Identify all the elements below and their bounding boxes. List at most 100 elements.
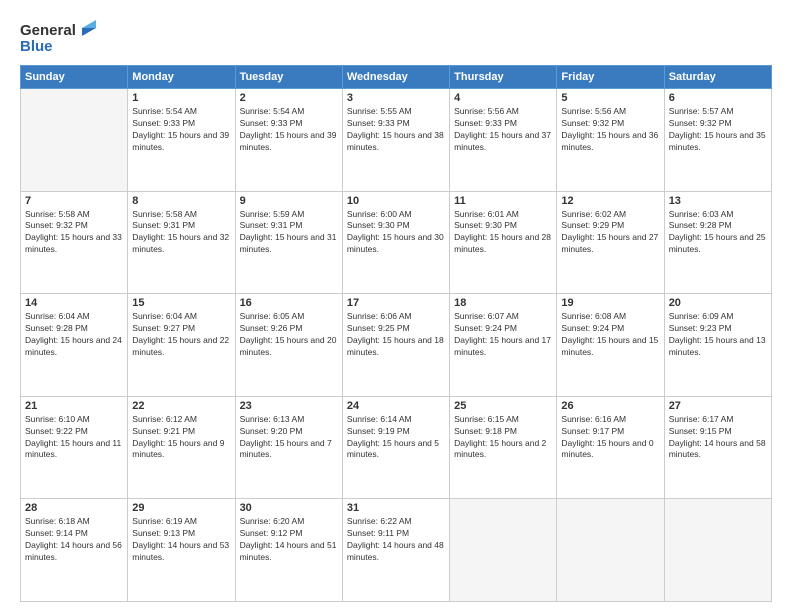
calendar-row-4: 21 Sunrise: 6:10 AMSunset: 9:22 PMDayligh…	[21, 396, 772, 499]
weekday-wednesday: Wednesday	[342, 66, 449, 89]
cell-info: Sunrise: 6:18 AMSunset: 9:14 PMDaylight:…	[25, 516, 123, 564]
cell-info: Sunrise: 6:22 AMSunset: 9:11 PMDaylight:…	[347, 516, 445, 564]
cell-info: Sunrise: 5:57 AMSunset: 9:32 PMDaylight:…	[669, 106, 767, 154]
header: General Blue	[20, 18, 772, 55]
calendar-cell: 24 Sunrise: 6:14 AMSunset: 9:19 PMDayligh…	[342, 396, 449, 499]
day-number: 16	[240, 297, 338, 309]
cell-info: Sunrise: 5:56 AMSunset: 9:32 PMDaylight:…	[561, 106, 659, 154]
page: General Blue SundayMondayTuesdayWednesda…	[0, 0, 792, 612]
calendar-cell: 20Sunrise: 6:09 AMSunset: 9:23 PMDayligh…	[664, 294, 771, 397]
calendar-cell: 15 Sunrise: 6:04 AMSunset: 9:27 PMDayligh…	[128, 294, 235, 397]
day-number: 3	[347, 92, 445, 104]
day-number: 21	[25, 400, 123, 412]
cell-info: Sunrise: 6:07 AMSunset: 9:24 PMDaylight:…	[454, 311, 552, 359]
calendar-cell: 3 Sunrise: 5:55 AMSunset: 9:33 PMDaylight…	[342, 89, 449, 192]
day-number: 1	[132, 92, 230, 104]
weekday-saturday: Saturday	[664, 66, 771, 89]
calendar-cell: 10 Sunrise: 6:00 AMSunset: 9:30 PMDayligh…	[342, 191, 449, 294]
calendar-cell: 14 Sunrise: 6:04 AMSunset: 9:28 PMDayligh…	[21, 294, 128, 397]
cell-info: Sunrise: 5:54 AMSunset: 9:33 PMDaylight:…	[132, 106, 230, 154]
calendar-row-2: 7 Sunrise: 5:58 AMSunset: 9:32 PMDaylight…	[21, 191, 772, 294]
calendar-cell: 4Sunrise: 5:56 AMSunset: 9:33 PMDaylight…	[450, 89, 557, 192]
cell-info: Sunrise: 5:58 AMSunset: 9:31 PMDaylight:…	[132, 209, 230, 257]
weekday-sunday: Sunday	[21, 66, 128, 89]
cell-info: Sunrise: 6:15 AMSunset: 9:18 PMDaylight:…	[454, 414, 552, 462]
calendar-row-3: 14 Sunrise: 6:04 AMSunset: 9:28 PMDayligh…	[21, 294, 772, 397]
calendar-cell: 1 Sunrise: 5:54 AMSunset: 9:33 PMDaylight…	[128, 89, 235, 192]
calendar-cell: 13 Sunrise: 6:03 AMSunset: 9:28 PMDayligh…	[664, 191, 771, 294]
day-number: 8	[132, 195, 230, 207]
calendar-row-1: 1 Sunrise: 5:54 AMSunset: 9:33 PMDaylight…	[21, 89, 772, 192]
logo-icon	[78, 18, 100, 40]
day-number: 24	[347, 400, 445, 412]
cell-info: Sunrise: 6:04 AMSunset: 9:28 PMDaylight:…	[25, 311, 123, 359]
day-number: 9	[240, 195, 338, 207]
logo: General Blue	[20, 18, 100, 55]
cell-info: Sunrise: 6:20 AMSunset: 9:12 PMDaylight:…	[240, 516, 338, 564]
day-number: 7	[25, 195, 123, 207]
day-number: 19	[561, 297, 659, 309]
calendar-row-5: 28 Sunrise: 6:18 AMSunset: 9:14 PMDayligh…	[21, 499, 772, 602]
calendar-cell: 27Sunrise: 6:17 AMSunset: 9:15 PMDayligh…	[664, 396, 771, 499]
calendar-cell: 29 Sunrise: 6:19 AMSunset: 9:13 PMDayligh…	[128, 499, 235, 602]
calendar-cell: 31 Sunrise: 6:22 AMSunset: 9:11 PMDayligh…	[342, 499, 449, 602]
calendar-cell: 19 Sunrise: 6:08 AMSunset: 9:24 PMDayligh…	[557, 294, 664, 397]
weekday-tuesday: Tuesday	[235, 66, 342, 89]
day-number: 13	[669, 195, 767, 207]
day-number: 26	[561, 400, 659, 412]
day-number: 15	[132, 297, 230, 309]
day-number: 17	[347, 297, 445, 309]
day-number: 29	[132, 502, 230, 514]
calendar-cell: 9Sunrise: 5:59 AMSunset: 9:31 PMDaylight…	[235, 191, 342, 294]
calendar-cell: 2Sunrise: 5:54 AMSunset: 9:33 PMDaylight…	[235, 89, 342, 192]
day-number: 31	[347, 502, 445, 514]
cell-info: Sunrise: 6:04 AMSunset: 9:27 PMDaylight:…	[132, 311, 230, 359]
cell-info: Sunrise: 6:10 AMSunset: 9:22 PMDaylight:…	[25, 414, 123, 462]
calendar-cell: 28 Sunrise: 6:18 AMSunset: 9:14 PMDayligh…	[21, 499, 128, 602]
calendar-cell: 25Sunrise: 6:15 AMSunset: 9:18 PMDayligh…	[450, 396, 557, 499]
cell-info: Sunrise: 6:16 AMSunset: 9:17 PMDaylight:…	[561, 414, 659, 462]
day-number: 23	[240, 400, 338, 412]
calendar-cell: 11Sunrise: 6:01 AMSunset: 9:30 PMDayligh…	[450, 191, 557, 294]
cell-info: Sunrise: 6:09 AMSunset: 9:23 PMDaylight:…	[669, 311, 767, 359]
weekday-friday: Friday	[557, 66, 664, 89]
calendar-cell	[664, 499, 771, 602]
calendar-cell: 6 Sunrise: 5:57 AMSunset: 9:32 PMDaylight…	[664, 89, 771, 192]
cell-info: Sunrise: 6:14 AMSunset: 9:19 PMDaylight:…	[347, 414, 445, 462]
calendar-cell: 23 Sunrise: 6:13 AMSunset: 9:20 PMDayligh…	[235, 396, 342, 499]
cell-info: Sunrise: 5:55 AMSunset: 9:33 PMDaylight:…	[347, 106, 445, 154]
cell-info: Sunrise: 6:13 AMSunset: 9:20 PMDaylight:…	[240, 414, 338, 462]
cell-info: Sunrise: 6:00 AMSunset: 9:30 PMDaylight:…	[347, 209, 445, 257]
cell-info: Sunrise: 6:12 AMSunset: 9:21 PMDaylight:…	[132, 414, 230, 462]
cell-info: Sunrise: 6:19 AMSunset: 9:13 PMDaylight:…	[132, 516, 230, 564]
calendar-cell: 7 Sunrise: 5:58 AMSunset: 9:32 PMDaylight…	[21, 191, 128, 294]
calendar-cell: 8 Sunrise: 5:58 AMSunset: 9:31 PMDaylight…	[128, 191, 235, 294]
day-number: 30	[240, 502, 338, 514]
calendar-cell	[450, 499, 557, 602]
day-number: 6	[669, 92, 767, 104]
calendar-cell: 18 Sunrise: 6:07 AMSunset: 9:24 PMDayligh…	[450, 294, 557, 397]
cell-info: Sunrise: 6:02 AMSunset: 9:29 PMDaylight:…	[561, 209, 659, 257]
calendar-cell: 26 Sunrise: 6:16 AMSunset: 9:17 PMDayligh…	[557, 396, 664, 499]
cell-info: Sunrise: 6:06 AMSunset: 9:25 PMDaylight:…	[347, 311, 445, 359]
logo-blue: Blue	[20, 38, 53, 55]
day-number: 5	[561, 92, 659, 104]
logo-general: General	[20, 22, 76, 39]
calendar-cell: 30 Sunrise: 6:20 AMSunset: 9:12 PMDayligh…	[235, 499, 342, 602]
day-number: 12	[561, 195, 659, 207]
calendar-cell: 16Sunrise: 6:05 AMSunset: 9:26 PMDayligh…	[235, 294, 342, 397]
day-number: 28	[25, 502, 123, 514]
cell-info: Sunrise: 6:01 AMSunset: 9:30 PMDaylight:…	[454, 209, 552, 257]
calendar-cell	[557, 499, 664, 602]
weekday-monday: Monday	[128, 66, 235, 89]
calendar-table: SundayMondayTuesdayWednesdayThursdayFrid…	[20, 65, 772, 602]
cell-info: Sunrise: 5:58 AMSunset: 9:32 PMDaylight:…	[25, 209, 123, 257]
weekday-header-row: SundayMondayTuesdayWednesdayThursdayFrid…	[21, 66, 772, 89]
day-number: 10	[347, 195, 445, 207]
day-number: 18	[454, 297, 552, 309]
cell-info: Sunrise: 6:08 AMSunset: 9:24 PMDaylight:…	[561, 311, 659, 359]
day-number: 14	[25, 297, 123, 309]
cell-info: Sunrise: 5:56 AMSunset: 9:33 PMDaylight:…	[454, 106, 552, 154]
cell-info: Sunrise: 6:03 AMSunset: 9:28 PMDaylight:…	[669, 209, 767, 257]
cell-info: Sunrise: 6:17 AMSunset: 9:15 PMDaylight:…	[669, 414, 767, 462]
